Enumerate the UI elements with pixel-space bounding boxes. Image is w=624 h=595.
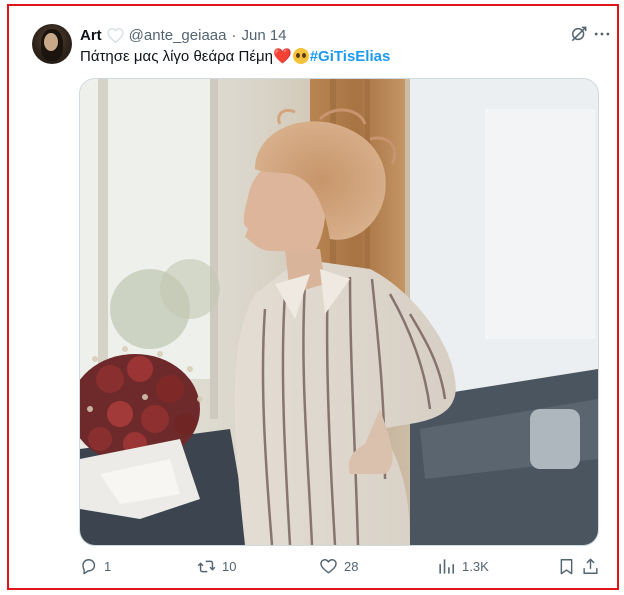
tweet-photo[interactable] [79,78,599,546]
share-icon [583,557,598,574]
more-icon[interactable] [592,24,612,44]
heart-emoji: ❤️ [273,48,292,65]
tweet-date[interactable]: Jun 14 [241,27,286,44]
heart-badge-icon [107,27,124,43]
avatar[interactable] [32,24,72,64]
views-button[interactable]: 1.3K [437,554,489,578]
photo-illustration [80,79,598,545]
views-count: 1.3K [462,558,489,574]
action-bar: 1 10 28 1.3K [79,554,600,578]
like-count: 28 [344,558,359,574]
bookmark-icon [560,558,573,574]
reply-icon [82,558,96,574]
tweet-text-main: Πάτησε μας λίγο θεάρα Πέμη [80,48,274,65]
pleading-face-emoji [292,48,309,64]
screenshot-frame: Art @ante_geiaaa · Jun 14 Πάτησε μας λίγ… [7,4,619,590]
share-button[interactable] [581,554,600,578]
tweet-header: Art @ante_geiaaa · Jun 14 [80,24,287,46]
heart-icon [320,558,337,574]
reply-count: 1 [104,558,112,574]
avatar-face [44,33,58,51]
retweet-button[interactable]: 10 [197,554,236,578]
handle[interactable]: @ante_geiaaa [129,27,227,44]
retweet-icon [197,560,216,572]
display-name[interactable]: Art [80,27,102,44]
separator-dot: · [231,26,237,44]
reply-button[interactable]: 1 [79,554,111,578]
hashtag-link[interactable]: #GiTisElias [310,48,391,65]
retweet-count: 10 [222,558,237,574]
grok-icon[interactable] [569,24,589,44]
views-icon [439,558,455,574]
bookmark-button[interactable] [557,554,576,578]
tweet-card[interactable]: Art @ante_geiaaa · Jun 14 Πάτησε μας λίγ… [9,6,617,588]
tweet-text: Πάτησε μας λίγο θεάρα Πέμη❤️ #GiTisElias [80,47,390,67]
like-button[interactable]: 28 [319,554,358,578]
